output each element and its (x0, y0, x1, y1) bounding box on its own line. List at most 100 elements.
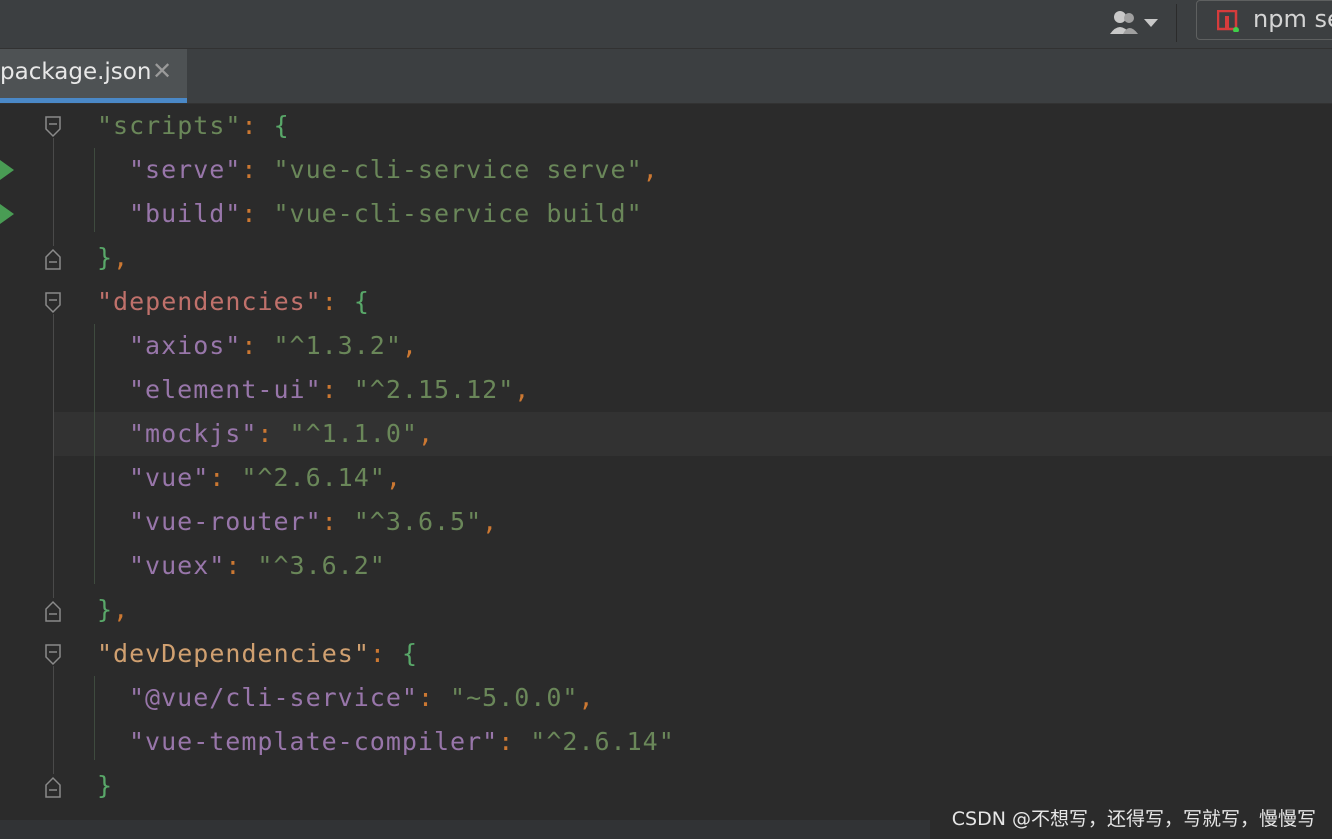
main-toolbar: npm se (0, 0, 1332, 49)
tab-package-json[interactable]: package.json ✕ (0, 49, 187, 103)
json-key: "serve" (129, 155, 242, 184)
code-line[interactable]: }, (0, 236, 1332, 280)
indent-guide (94, 148, 95, 232)
colon: : (241, 155, 274, 184)
brace: } (97, 595, 114, 624)
json-key: "axios" (129, 331, 242, 360)
code-line[interactable]: "axios": "^1.3.2", (0, 324, 1332, 368)
comma: , (417, 419, 435, 448)
code-line[interactable]: "vuex": "^3.6.2" (0, 544, 1332, 588)
comma: , (113, 595, 130, 624)
code-line[interactable]: "vue-template-compiler": "^2.6.14" (0, 720, 1332, 764)
json-key: "scripts" (97, 111, 242, 140)
fold-guide (53, 666, 54, 774)
next-line-fragment (0, 820, 930, 839)
comma: , (514, 375, 531, 404)
code-text: "vue-template-compiler": "^2.6.14" (129, 720, 675, 764)
code-text: "dependencies": { (97, 280, 370, 324)
watermark: CSDN @不想写，还得写，写就写，慢慢写 (951, 808, 1316, 830)
json-key: "devDependencies" (97, 639, 370, 668)
json-key: "vue" (129, 463, 210, 492)
colon: : (209, 463, 242, 492)
user-menu-button[interactable] (1106, 6, 1162, 40)
code-text: "mockjs": "^1.1.0", (129, 412, 434, 456)
code-text: "serve": "vue-cli-service serve", (129, 148, 659, 192)
code-line[interactable]: "devDependencies": { (0, 632, 1332, 676)
run-configuration-label: npm se (1253, 5, 1332, 33)
run-configuration-selector[interactable]: npm se (1196, 0, 1332, 40)
code-text: "@vue/cli-service": "~5.0.0", (129, 676, 595, 720)
indent-guide (94, 676, 95, 760)
fold-open-icon[interactable] (44, 292, 62, 314)
user-icon (1110, 11, 1138, 34)
code-text: "element-ui": "^2.15.12", (129, 368, 530, 412)
comma: , (113, 243, 130, 272)
json-key: "element-ui" (129, 375, 322, 404)
json-key: "@vue/cli-service" (129, 683, 418, 712)
colon: : (241, 199, 274, 228)
json-value: "vue-cli-service serve" (273, 155, 643, 184)
colon: : (498, 727, 531, 756)
colon: : (321, 375, 354, 404)
fold-close-icon[interactable] (44, 776, 62, 798)
json-value: "^3.6.5" (353, 507, 483, 536)
chevron-down-icon (1144, 19, 1158, 27)
code-line[interactable]: "scripts": { (0, 104, 1332, 148)
json-value: "^1.3.2" (273, 331, 402, 360)
code-line[interactable]: "build": "vue-cli-service build" (0, 192, 1332, 236)
fold-guide (53, 138, 54, 246)
colon: : (241, 111, 274, 140)
colon: : (225, 551, 258, 580)
tab-label: package.json (0, 59, 152, 85)
comma: , (385, 463, 402, 492)
brace: } (97, 771, 114, 800)
colon: : (241, 331, 274, 360)
code-line[interactable]: "element-ui": "^2.15.12", (0, 368, 1332, 412)
code-text: } (97, 764, 113, 808)
json-key: "vuex" (129, 551, 226, 580)
code-text: "vue": "^2.6.14", (129, 456, 402, 500)
code-line[interactable]: "@vue/cli-service": "~5.0.0", (0, 676, 1332, 720)
comma: , (482, 507, 499, 536)
brace: { (273, 111, 290, 140)
editor-tabs: package.json ✕ (0, 49, 1332, 104)
code-text: "scripts": { (97, 104, 290, 148)
brace: { (401, 639, 419, 668)
json-key: "mockjs" (129, 419, 258, 448)
json-value: "~5.0.0" (450, 683, 579, 712)
colon: : (369, 639, 402, 668)
fold-open-icon[interactable] (44, 644, 62, 666)
code-line[interactable]: }, (0, 588, 1332, 632)
fold-guide (53, 314, 54, 598)
json-key: "vue-router" (129, 507, 322, 536)
json-key: "dependencies" (97, 287, 322, 316)
code-text: }, (97, 236, 129, 280)
json-value: "^3.6.2" (257, 551, 386, 580)
fold-close-icon[interactable] (44, 600, 62, 622)
indent-guide (94, 324, 95, 584)
code-line[interactable]: "mockjs": "^1.1.0", (54, 412, 1332, 456)
run-script-icon[interactable] (0, 160, 14, 180)
json-value: "^1.1.0" (289, 419, 418, 448)
code-line[interactable]: "serve": "vue-cli-service serve", (0, 148, 1332, 192)
npm-icon (1217, 10, 1239, 32)
code-line[interactable]: "vue-router": "^3.6.5", (0, 500, 1332, 544)
json-value: "vue-cli-service build" (273, 199, 643, 228)
code-line[interactable]: "dependencies": { (0, 280, 1332, 324)
close-icon[interactable]: ✕ (152, 57, 172, 85)
code-line[interactable]: "vue": "^2.6.14", (0, 456, 1332, 500)
code-line[interactable]: } (0, 764, 1332, 808)
code-text: "axios": "^1.3.2", (129, 324, 418, 368)
fold-close-icon[interactable] (44, 248, 62, 270)
json-value: "^2.6.14" (241, 463, 386, 492)
colon: : (321, 507, 354, 536)
json-key: "build" (129, 199, 242, 228)
brace: { (353, 287, 370, 316)
brace: } (97, 243, 114, 272)
fold-open-icon[interactable] (44, 116, 62, 138)
colon: : (321, 287, 354, 316)
code-editor[interactable]: "scripts": {"serve": "vue-cli-service se… (0, 104, 1332, 839)
run-script-icon[interactable] (0, 204, 14, 224)
json-key: "vue-template-compiler" (129, 727, 499, 756)
colon: : (417, 683, 451, 712)
